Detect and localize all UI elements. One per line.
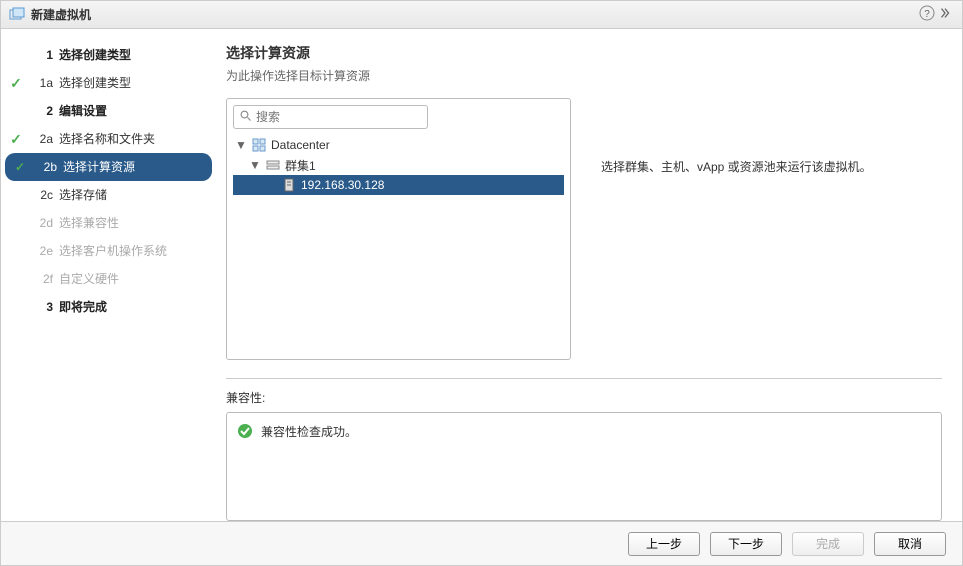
tree-node-label: 群集1 [285,157,316,174]
step-number: 2 [25,101,53,121]
new-vm-wizard-dialog: 新建虚拟机 ? 1选择创建类型✓1a选择创建类型2编辑设置✓2a选择名称和文件夹… [0,0,963,566]
wizard-step-2[interactable]: 2 编辑设置 [1,97,216,125]
finish-button: 完成 [792,532,864,556]
wizard-step-2f: 2f 自定义硬件 [1,265,216,293]
wizard-step-2a[interactable]: ✓2a 选择名称和文件夹 [1,125,216,153]
step-number: 1a [25,73,53,93]
step-label: 即将完成 [59,297,107,317]
wizard-steps: 1选择创建类型✓1a选择创建类型2编辑设置✓2a选择名称和文件夹✓2b选择计算资… [1,29,216,521]
wizard-step-1a[interactable]: ✓1a 选择创建类型 [1,69,216,97]
tree-node-label: 192.168.30.128 [301,178,384,192]
tree-node-label: Datacenter [271,138,330,152]
dialog-footer: 上一步 下一步 完成 取消 [1,521,962,565]
step-label: 选择存储 [59,185,107,205]
step-label: 选择名称和文件夹 [59,129,155,149]
step-label: 自定义硬件 [59,269,119,289]
svg-text:?: ? [924,9,930,20]
step-number: 2f [25,269,53,289]
compat-message: 兼容性检查成功。 [261,423,357,440]
datacenter-icon [251,137,267,153]
resource-tree: ▼ Datacenter ▼ 群集1 192.168.30.128 [233,135,564,195]
dialog-body: 1选择创建类型✓1a选择创建类型2编辑设置✓2a选择名称和文件夹✓2b选择计算资… [1,29,962,521]
tree-node-host[interactable]: 192.168.30.128 [233,175,564,195]
help-text: 选择群集、主机、vApp 或资源池来运行该虚拟机。 [601,98,942,360]
tree-node-cluster[interactable]: ▼ 群集1 [233,155,564,175]
dialog-title: 新建虚拟机 [31,6,918,23]
vm-icon [9,7,25,23]
search-input[interactable] [256,110,421,124]
wizard-step-2b[interactable]: ✓2b 选择计算资源 [5,153,212,181]
compat-box: 兼容性检查成功。 [226,412,942,521]
step-label: 选择计算资源 [63,157,135,177]
back-button[interactable]: 上一步 [628,532,700,556]
step-number: 2c [25,185,53,205]
tree-node-datacenter[interactable]: ▼ Datacenter [233,135,564,155]
wizard-step-2d: 2d 选择兼容性 [1,209,216,237]
content-heading: 选择计算资源 [226,43,942,63]
next-button[interactable]: 下一步 [710,532,782,556]
check-icon: ✓ [11,157,29,177]
check-icon: ✓ [7,129,25,149]
step-number: 2e [25,241,53,261]
step-number: 2a [25,129,53,149]
expand-toggle-icon[interactable]: ▼ [235,138,247,152]
step-label: 选择客户机操作系统 [59,241,167,261]
wizard-step-2c[interactable]: 2c 选择存储 [1,181,216,209]
step-number: 3 [25,297,53,317]
titlebar: 新建虚拟机 ? [1,1,962,29]
host-icon [281,177,297,193]
expand-toggle-icon[interactable]: ▼ [249,158,261,172]
cancel-button[interactable]: 取消 [874,532,946,556]
content-subtitle: 为此操作选择目标计算资源 [226,67,942,84]
wizard-content: 选择计算资源 为此操作选择目标计算资源 ▼ Datacenter ▼ 群集1 192.1… [216,29,962,521]
help-icon[interactable]: ? [918,5,936,24]
search-box[interactable] [233,105,428,129]
step-number: 2d [25,213,53,233]
wizard-step-2e: 2e 选择客户机操作系统 [1,237,216,265]
wizard-step-3[interactable]: 3 即将完成 [1,293,216,321]
divider [226,378,942,379]
resource-tree-panel: ▼ Datacenter ▼ 群集1 192.168.30.128 [226,98,571,360]
step-label: 选择创建类型 [59,73,131,93]
step-number: 2b [29,157,57,177]
collapse-icon[interactable] [936,6,954,23]
wizard-step-1[interactable]: 1 选择创建类型 [1,41,216,69]
step-label: 编辑设置 [59,101,107,121]
step-label: 选择创建类型 [59,45,131,65]
step-label: 选择兼容性 [59,213,119,233]
compat-label: 兼容性: [226,389,942,406]
success-icon [237,423,253,443]
cluster-icon [265,157,281,173]
check-icon: ✓ [7,73,25,93]
search-icon [240,110,252,125]
step-number: 1 [25,45,53,65]
